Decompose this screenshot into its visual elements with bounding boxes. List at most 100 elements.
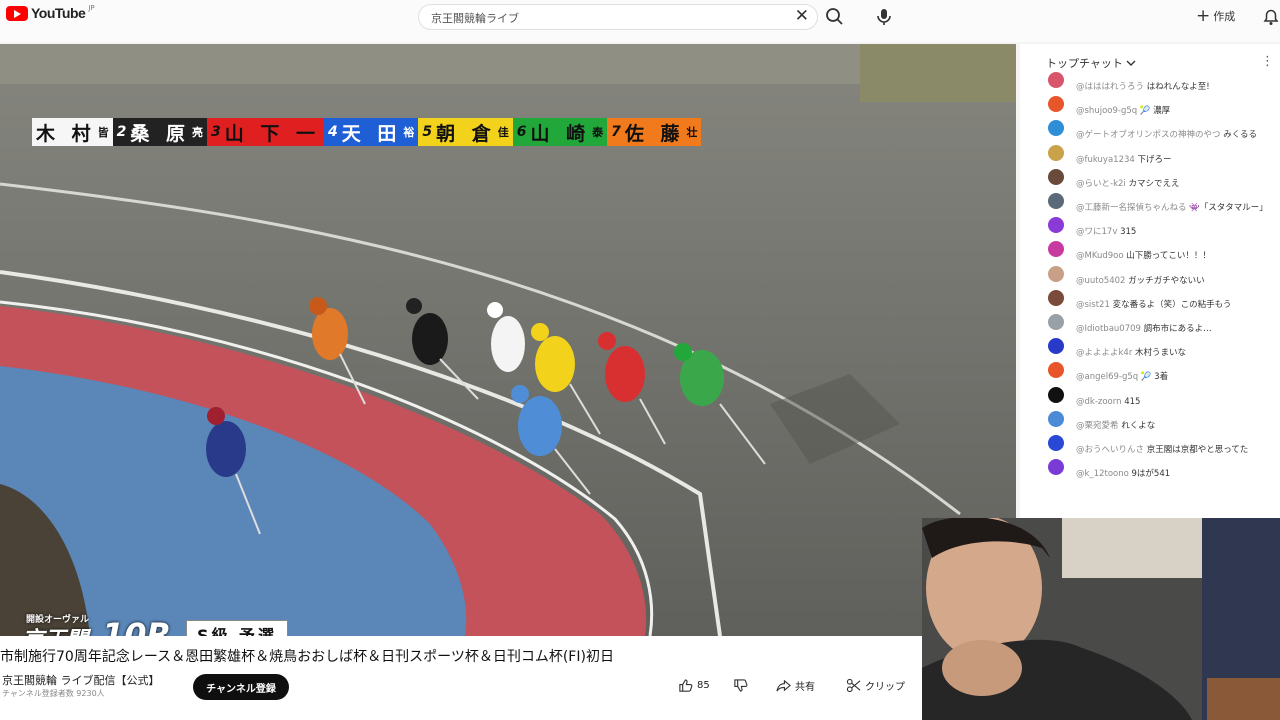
clear-search-icon[interactable]: ✕ — [795, 6, 809, 26]
rider-name: 山 崎 — [530, 122, 591, 145]
avatar[interactable] — [1048, 265, 1064, 282]
avatar[interactable] — [1048, 120, 1064, 137]
bell-icon[interactable] — [1262, 7, 1280, 27]
chat-author[interactable]: @shujoo9-g5q — [1076, 106, 1140, 116]
chat-message-body: @はははれうろう はねれんなよ至! — [1076, 74, 1274, 93]
avatar[interactable] — [1048, 96, 1064, 113]
chat-message[interactable]: @shujoo9-g5q 🎾 濃厚 — [1020, 96, 1280, 119]
avatar[interactable] — [1048, 241, 1064, 258]
channel-name[interactable]: 京王閣競輪 ライブ配信【公式】 — [2, 672, 160, 688]
avatar[interactable] — [1048, 410, 1064, 427]
chat-author[interactable]: @Idiotbau0709 — [1076, 324, 1144, 334]
chat-text: 🎾 3着 — [1140, 372, 1169, 383]
chat-message[interactable]: @k_12toono 9はが541 — [1020, 459, 1280, 482]
chat-author[interactable]: @fukuya1234 — [1076, 155, 1138, 165]
chat-author[interactable]: @sist21 — [1076, 300, 1113, 310]
chat-author[interactable]: @栗宛愛希 — [1076, 421, 1121, 431]
chat-message-body: @Idiotbau0709 調布市にあるよ… — [1076, 316, 1274, 335]
rider-number: 6 — [516, 124, 527, 140]
chat-author[interactable]: @angel69-g5q — [1076, 372, 1141, 382]
avatar[interactable] — [1048, 168, 1064, 185]
subscribe-button[interactable]: チャンネル登録 — [193, 674, 289, 700]
chat-filter-dropdown[interactable]: トップチャット — [1046, 55, 1136, 71]
chat-text: 315 — [1120, 227, 1137, 238]
rider-name-5: 5朝 倉佳 — [418, 118, 513, 146]
search-query[interactable]: 京王閣競輪ライブ — [431, 10, 519, 26]
dislike-button[interactable] — [733, 678, 748, 693]
video-player[interactable]: 木 村皆2桑 原亮3山 下 一4天 田裕5朝 倉佳6山 崎泰7佐 藤壮 開設オー… — [0, 44, 1016, 636]
chat-message[interactable]: @工藤新一名探偵ちゃんねる 👾「スタタマルー」 — [1020, 193, 1280, 216]
chat-message-body: @fukuya1234 下げろー — [1076, 147, 1274, 166]
chat-message[interactable]: @よよよよk4r 木村うまいな — [1020, 338, 1280, 361]
rider-name-6: 6山 崎泰 — [512, 118, 608, 146]
youtube-logo[interactable]: YouTube JP — [6, 4, 95, 21]
chat-message[interactable]: @dk-zoorn 415 — [1020, 386, 1280, 410]
avatar[interactable] — [1048, 459, 1064, 476]
avatar[interactable] — [1048, 338, 1064, 355]
avatar[interactable] — [1048, 314, 1064, 330]
avatar[interactable] — [1048, 217, 1064, 234]
chat-author[interactable]: @よよよよk4r — [1076, 348, 1135, 358]
youtube-play-icon — [6, 5, 28, 21]
chat-message[interactable]: @ゲートオブオリンポスの神神のやつ みくるる — [1020, 120, 1280, 143]
chat-message[interactable]: @MKud9oo 山下勝ってこい！！！ — [1020, 241, 1280, 264]
rider-number: 5 — [422, 124, 433, 140]
chat-author[interactable]: @らいと-k2i — [1076, 179, 1128, 189]
youtube-live-page: YouTube JP 京王閣競輪ライブ ✕ + 作成 木 村 皆 2 桑 原 亮… — [0, 0, 1280, 720]
avatar[interactable] — [1048, 435, 1064, 451]
chat-message[interactable]: @fukuya1234 下げろー — [1020, 144, 1280, 168]
plus-icon: + — [1196, 6, 1211, 26]
search-input[interactable]: 京王閣競輪ライブ ✕ — [418, 4, 818, 30]
rider-prefecture: 壮 — [686, 126, 698, 139]
avatar[interactable] — [1048, 72, 1064, 88]
chat-message[interactable]: @はははれうろう はねれんなよ至! — [1020, 72, 1280, 95]
chat-message[interactable]: @おうへいりんさ 京王閣は京都やと思ってた — [1020, 435, 1280, 458]
clip-button[interactable]: クリップ — [846, 678, 905, 693]
rider-name-2: 2桑 原亮 — [112, 118, 207, 146]
chat-author[interactable]: @uuto5402 — [1076, 276, 1128, 286]
avatar[interactable] — [1048, 144, 1064, 161]
chat-text: みくるる — [1223, 130, 1258, 141]
avatar[interactable] — [1048, 386, 1064, 403]
chat-text: はねれんなよ至! — [1146, 82, 1210, 92]
chat-message[interactable]: @ワに17v 315 — [1020, 217, 1280, 240]
mic-icon[interactable] — [874, 6, 894, 28]
share-button[interactable]: 共有 — [776, 678, 815, 693]
chat-author[interactable]: @ゲートオブオリンポスの神神のやつ — [1076, 130, 1223, 140]
rider-number: 4 — [327, 124, 338, 140]
chat-message-body: @栗宛愛希 れくよな — [1076, 413, 1274, 432]
like-icon — [679, 679, 693, 692]
chat-author[interactable]: @dk-zoorn — [1076, 397, 1124, 407]
chat-message-body: @sist21 変な番るよ（笑）この粘手もう — [1076, 292, 1274, 311]
rider-prefecture: 佳 — [497, 126, 509, 139]
chat-message[interactable]: @らいと-k2i カマシでええ — [1020, 168, 1280, 192]
chat-author[interactable]: @おうへいりんさ — [1076, 445, 1147, 455]
chat-message-body: @ワに17v 315 — [1076, 219, 1274, 238]
chat-text: 山下勝ってこい！！！ — [1126, 251, 1211, 262]
rider-number: 7 — [611, 124, 621, 140]
chat-text: 🎾 濃厚 — [1139, 106, 1171, 117]
chat-author[interactable]: @k_12toono — [1076, 469, 1132, 479]
webcam-overlay — [922, 518, 1280, 720]
avatar[interactable] — [1048, 362, 1064, 379]
avatar[interactable] — [1048, 193, 1064, 209]
chat-author[interactable]: @MKud9oo — [1076, 251, 1126, 261]
create-button[interactable]: + 作成 — [1196, 6, 1235, 26]
avatar[interactable] — [1048, 289, 1064, 306]
chat-message[interactable]: @栗宛愛希 れくよな — [1020, 410, 1280, 434]
rider-name-4: 4天 田裕 — [323, 118, 419, 146]
chat-message[interactable]: @sist21 変な番るよ（笑）この粘手もう — [1020, 289, 1280, 313]
rider-name: 桑 原 — [130, 122, 190, 145]
chat-author[interactable]: @工藤新一名探偵ちゃんねる — [1076, 203, 1189, 213]
search-icon[interactable] — [824, 6, 846, 28]
chat-message[interactable]: @angel69-g5q 🎾 3着 — [1020, 362, 1280, 385]
chat-message[interactable]: @Idiotbau0709 調布市にあるよ… — [1020, 314, 1280, 337]
chat-message[interactable]: @uuto5402 ガッチガチやないい — [1020, 265, 1280, 289]
chat-author[interactable]: @ワに17v — [1076, 227, 1120, 237]
like-button[interactable]: 85 — [678, 678, 710, 693]
chat-author[interactable]: @はははれうろう — [1076, 82, 1147, 92]
chat-message-body: @MKud9oo 山下勝ってこい！！！ — [1076, 243, 1274, 262]
logo-text: YouTube — [31, 5, 86, 21]
chat-text: れくよな — [1121, 420, 1156, 431]
more-icon[interactable]: ⋮ — [1261, 54, 1274, 69]
